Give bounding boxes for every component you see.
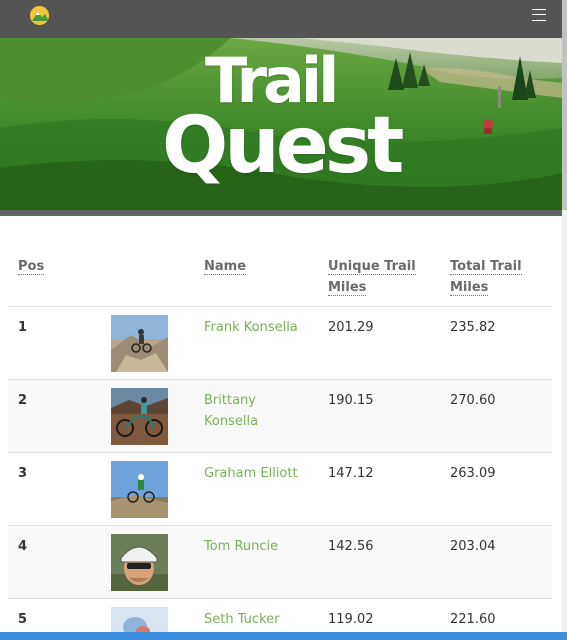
table-row: 2 Brittany Konsella 190.15 270.60 xyxy=(8,379,552,453)
header-pos[interactable]: Pos xyxy=(8,250,111,307)
brand-title-quest: Quest xyxy=(162,101,404,191)
trailquest-logo-icon[interactable] xyxy=(30,6,49,25)
pos-cell: 2 xyxy=(8,379,111,453)
header-photo xyxy=(111,250,204,307)
table-row: 1 Frank Konsella 201.29 235.82 xyxy=(8,306,552,380)
pos-number: 5 xyxy=(18,611,28,627)
pos-cell: 1 xyxy=(8,306,111,380)
name-cell: Tom Runcie xyxy=(204,525,328,599)
rider-name-link[interactable]: Seth Tucker xyxy=(204,609,314,630)
name-cell: Frank Konsella xyxy=(204,306,328,380)
unique-miles-cell: 201.29 xyxy=(328,306,450,380)
total-miles-cell: 270.60 xyxy=(450,379,552,453)
bottom-status-bar xyxy=(0,632,567,640)
hero-banner: Trail Quest xyxy=(0,38,562,210)
photo-cell xyxy=(111,525,204,599)
header-unique-label[interactable]: Unique Trail Miles xyxy=(328,259,416,296)
rider-name-link[interactable]: Frank Konsella xyxy=(204,317,314,338)
rider-photo-rocky-descent[interactable] xyxy=(111,314,168,372)
pos-number: 1 xyxy=(18,319,28,335)
header-name-label[interactable]: Name xyxy=(204,259,247,275)
rider-name-link[interactable]: Brittany Konsella xyxy=(204,390,314,432)
table-row: 3 Graham Elliott 147.12 263.09 xyxy=(8,452,552,526)
leaderboard-table: Pos Name Unique Trail Miles Total Trail … xyxy=(8,250,552,640)
header-name[interactable]: Name xyxy=(204,250,328,307)
photo-cell xyxy=(111,379,204,453)
rider-name-link[interactable]: Graham Elliott xyxy=(204,463,314,484)
header-pos-label[interactable]: Pos xyxy=(18,259,45,275)
unique-miles-cell: 147.12 xyxy=(328,452,450,526)
table-row: 4 Tom Runcie 142.56 203.04 xyxy=(8,525,552,599)
header-unique-miles[interactable]: Unique Trail Miles xyxy=(328,250,450,307)
total-miles-cell: 263.09 xyxy=(450,452,552,526)
photo-cell xyxy=(111,452,204,526)
total-miles-cell: 203.04 xyxy=(450,525,552,599)
unique-miles-cell: 142.56 xyxy=(328,525,450,599)
unique-miles-cell: 190.15 xyxy=(328,379,450,453)
rider-photo-desert-bike[interactable] xyxy=(111,387,168,445)
pos-number: 4 xyxy=(18,538,28,554)
table-header-row: Pos Name Unique Trail Miles Total Trail … xyxy=(8,250,552,307)
page-scrollbar[interactable] xyxy=(562,0,567,640)
rider-photo-helmet-selfie[interactable] xyxy=(111,533,168,591)
pos-cell: 3 xyxy=(8,452,111,526)
pos-cell: 4 xyxy=(8,525,111,599)
total-miles-cell: 235.82 xyxy=(450,306,552,380)
trailquest-brand: Trail Quest xyxy=(0,38,562,210)
name-cell: Graham Elliott xyxy=(204,452,328,526)
name-cell: Brittany Konsella xyxy=(204,379,328,453)
pos-number: 2 xyxy=(18,392,28,408)
rider-name-link[interactable]: Tom Runcie xyxy=(204,536,314,557)
hamburger-menu-icon[interactable] xyxy=(532,8,546,22)
hero-divider xyxy=(0,210,562,216)
rider-photo-blue-sky[interactable] xyxy=(111,460,168,518)
scrollbar-thumb[interactable] xyxy=(562,0,567,210)
top-navbar xyxy=(0,0,562,38)
photo-cell xyxy=(111,306,204,380)
header-total-miles[interactable]: Total Trail Miles xyxy=(450,250,552,307)
header-total-label[interactable]: Total Trail Miles xyxy=(450,259,522,296)
pos-number: 3 xyxy=(18,465,28,481)
